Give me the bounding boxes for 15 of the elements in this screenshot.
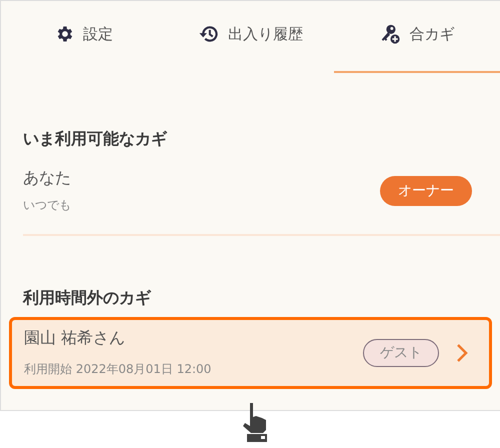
tab[interactable]: 合カギ — [334, 1, 500, 73]
key-holder-name: 園山 祐希さん — [24, 328, 126, 349]
role-badge: オーナー — [380, 176, 472, 206]
history-icon — [198, 24, 220, 44]
tab[interactable]: 出入り履歴 — [167, 1, 334, 73]
key-add-icon — [379, 23, 402, 45]
key-row[interactable]: あなた いつでも オーナー — [1, 156, 500, 226]
key-availability: いつでも — [23, 197, 72, 214]
section-heading: 利用時間外のカギ — [23, 288, 152, 309]
key-availability: 利用開始 2022年08月01日 12:00 — [24, 361, 212, 378]
role-badge: ゲスト — [363, 339, 439, 367]
section-heading: いま利用可能なカギ — [23, 129, 168, 150]
key-row[interactable]: 園山 祐希さん 利用開始 2022年08月01日 12:00 ゲスト — [9, 317, 492, 389]
key-holder-name: あなた — [23, 168, 72, 189]
tab[interactable]: 設定 — [1, 1, 168, 73]
